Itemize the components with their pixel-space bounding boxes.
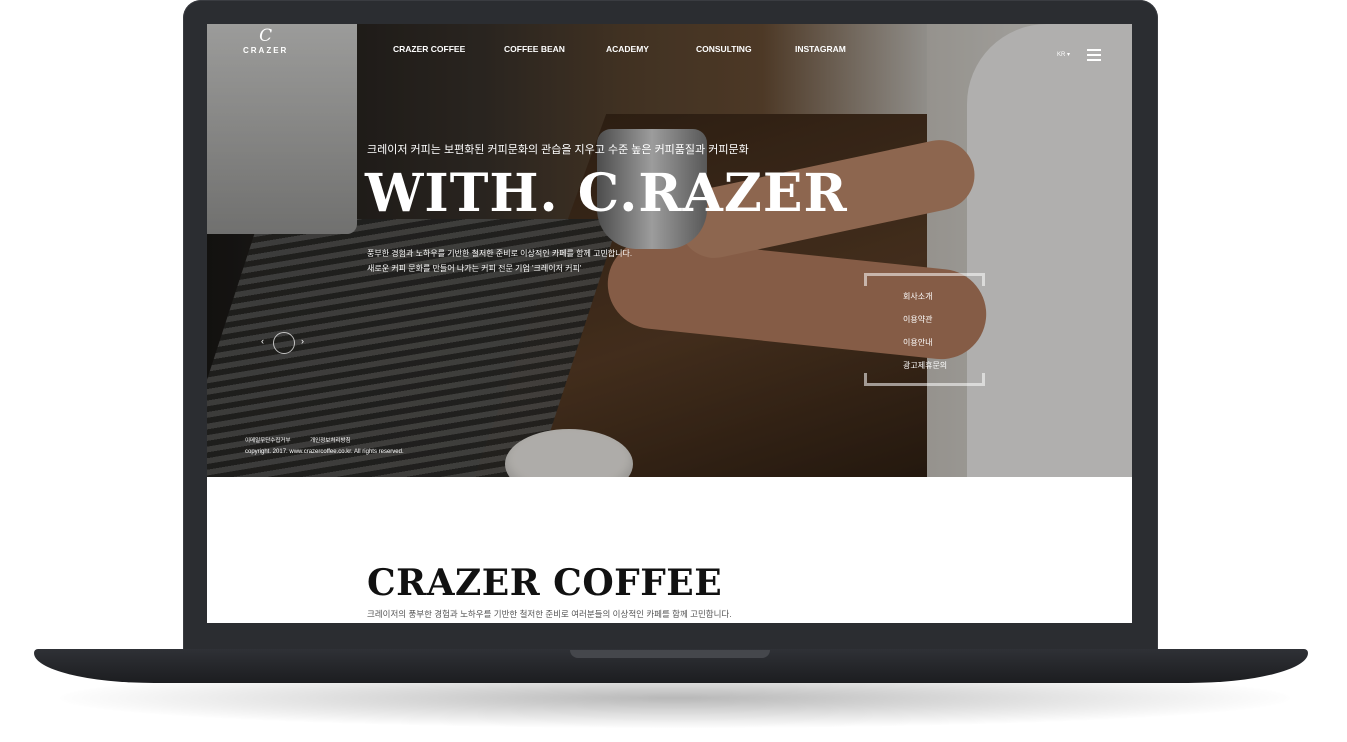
hero-desc-line1: 풍부한 경험과 노하우를 기반한 철저한 준비로 이상적인 카페를 함께 고민합…: [367, 249, 633, 258]
website-screen: C CRAZER CRAZER COFFEE COFFEE BEAN ACADE…: [207, 24, 1132, 623]
hero-tagline: 크레이저 커피는 보편화된 커피문화의 관습을 지우고 수준 높은 커피품질과 …: [367, 144, 749, 156]
nav-instagram[interactable]: INSTAGRAM: [795, 44, 846, 54]
side-menu-bracket: [864, 373, 985, 386]
slider-next-icon[interactable]: ›: [301, 336, 304, 346]
nav-consulting[interactable]: CONSULTING: [696, 44, 752, 54]
side-menu-terms[interactable]: 이용약관: [903, 314, 932, 325]
nav-academy[interactable]: ACADEMY: [606, 44, 649, 54]
section-description: 크레이저의 풍부한 경험과 노하우를 기반한 철저한 준비로 여러분들의 이상적…: [367, 609, 732, 619]
slider-prev-icon[interactable]: ‹: [261, 336, 264, 346]
nav-crazer-coffee[interactable]: CRAZER COFFEE: [393, 44, 465, 54]
section-title: CRAZER COFFEE: [367, 562, 723, 604]
logo-text: CRAZER: [243, 46, 289, 55]
side-menu-about[interactable]: 회사소개: [903, 291, 932, 302]
hero-overlay: [207, 24, 1132, 477]
footer-email-policy[interactable]: 이메일무단수집거부: [245, 438, 291, 444]
laptop-notch: [570, 650, 770, 658]
footer-privacy-policy[interactable]: 개인정보처리방침: [310, 438, 350, 444]
slider-pause-icon[interactable]: [273, 332, 295, 354]
side-menu-bracket: [864, 273, 985, 286]
copyright-text: copyright. 2017. www.crazercoffee.co.kr.…: [245, 449, 404, 455]
hero-image: [207, 24, 1132, 477]
side-menu: 회사소개 이용약관 이용안내 광고제휴문의: [864, 273, 985, 386]
side-menu-guide[interactable]: 이용안내: [903, 337, 932, 348]
hero-desc-line2: 새로운 커피 문화를 만들어 나가는 커피 전문 기업 '크레이저 커피': [367, 264, 582, 273]
nav-coffee-bean[interactable]: COFFEE BEAN: [504, 44, 565, 54]
site-logo[interactable]: C CRAZER: [243, 26, 288, 56]
logo-mark: C: [259, 26, 273, 46]
hero-headline: WITH. C.RAZER: [365, 163, 848, 224]
side-menu-ad-inquiry[interactable]: 광고제휴문의: [903, 360, 947, 371]
hero-description: 풍부한 경험과 노하우를 기반한 철저한 준비로 이상적인 카페를 함께 고민합…: [367, 246, 632, 276]
language-select[interactable]: KR ▾: [1057, 51, 1070, 58]
footer-links: 이메일무단수집거부 개인정보처리방침: [245, 436, 369, 444]
menu-icon[interactable]: [1087, 49, 1101, 61]
